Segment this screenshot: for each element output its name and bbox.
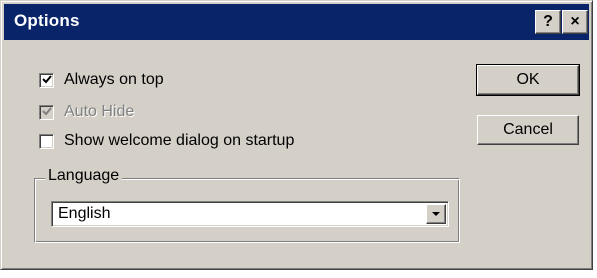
help-button[interactable]: ? [535,10,561,34]
auto-hide-checkbox[interactable] [39,104,54,120]
language-select-value: English [58,205,111,222]
close-button[interactable]: × [562,10,588,34]
checkmark-icon [42,106,52,115]
cancel-button[interactable]: Cancel [477,115,579,145]
show-welcome-checkbox[interactable] [39,133,54,149]
checkmark-icon [42,74,52,83]
show-welcome-option[interactable]: Show welcome dialog on startup [39,131,294,151]
always-on-top-option[interactable]: Always on top [39,70,164,90]
dialog-title: Options [14,11,80,30]
show-welcome-label: Show welcome dialog on startup [64,132,295,149]
chevron-down-icon[interactable] [426,204,446,224]
always-on-top-checkbox[interactable] [39,72,54,88]
always-on-top-label: Always on top [64,71,164,88]
auto-hide-option[interactable]: Auto Hide [39,102,134,122]
language-group-label: Language [45,167,123,185]
auto-hide-label: Auto Hide [64,103,135,120]
options-dialog: Options ? × Always on top Auto Hide Show… [0,0,593,270]
title-bar[interactable]: Options ? × [4,4,589,40]
ok-button[interactable]: OK [476,64,580,96]
close-icon: × [570,13,580,30]
help-icon: ? [543,13,553,30]
language-select[interactable]: English [51,201,449,227]
